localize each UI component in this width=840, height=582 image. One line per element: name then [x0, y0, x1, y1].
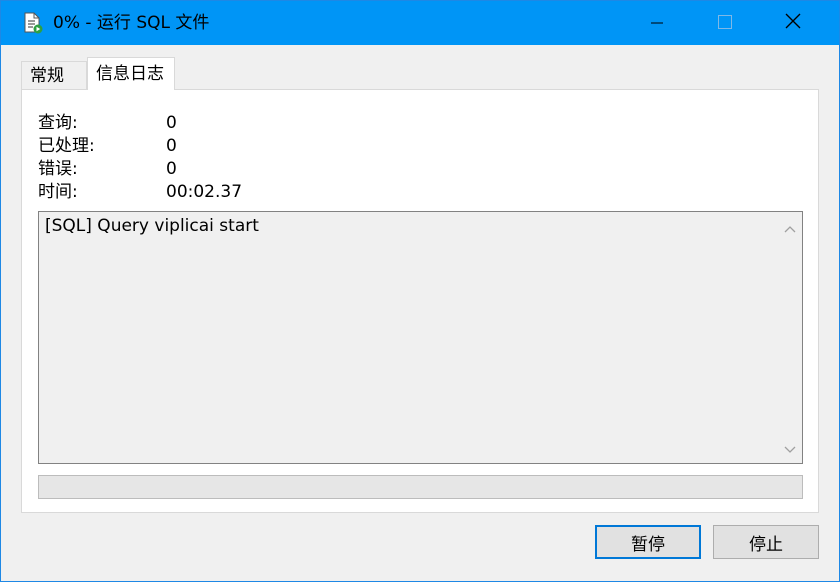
pause-button[interactable]: 暂停	[595, 525, 701, 559]
time-label: 时间:	[38, 182, 78, 202]
chevron-down-icon	[784, 439, 796, 458]
maximize-icon	[718, 14, 732, 33]
minimize-icon	[651, 14, 663, 33]
progress-bar	[38, 475, 803, 499]
document-run-icon	[23, 12, 43, 34]
close-icon	[785, 13, 801, 33]
time-value: 00:02.37	[166, 182, 243, 202]
processed-label: 已处理:	[38, 136, 95, 156]
minimize-button[interactable]	[623, 1, 691, 45]
tab-info-log[interactable]: 信息日志	[87, 57, 175, 90]
log-textarea[interactable]: [SQL] Query viplicai start	[38, 211, 803, 464]
stop-button[interactable]: 停止	[713, 525, 819, 559]
close-button[interactable]	[759, 1, 827, 45]
queries-label: 查询:	[38, 113, 78, 133]
chevron-up-icon	[784, 218, 796, 237]
scroll-down-button[interactable]	[778, 437, 802, 459]
maximize-button[interactable]	[691, 1, 759, 45]
info-log-panel: 查询: 0 已处理: 0 错误: 0 时间: 00:02.37 [SQL] Qu…	[21, 89, 819, 513]
vertical-scrollbar[interactable]	[778, 212, 802, 463]
window-title: 0% - 运行 SQL 文件	[53, 13, 210, 33]
tab-general[interactable]: 常规	[21, 61, 87, 89]
log-line: [SQL] Query viplicai start	[45, 216, 259, 236]
errors-label: 错误:	[38, 159, 78, 179]
errors-value: 0	[166, 159, 177, 179]
title-bar[interactable]: 0% - 运行 SQL 文件	[1, 1, 839, 45]
queries-value: 0	[166, 113, 177, 133]
scroll-up-button[interactable]	[778, 216, 802, 238]
run-sql-file-dialog: 0% - 运行 SQL 文件 常规 信息日志 查询: 0 已处理: 0 错误: …	[0, 0, 840, 582]
processed-value: 0	[166, 136, 177, 156]
